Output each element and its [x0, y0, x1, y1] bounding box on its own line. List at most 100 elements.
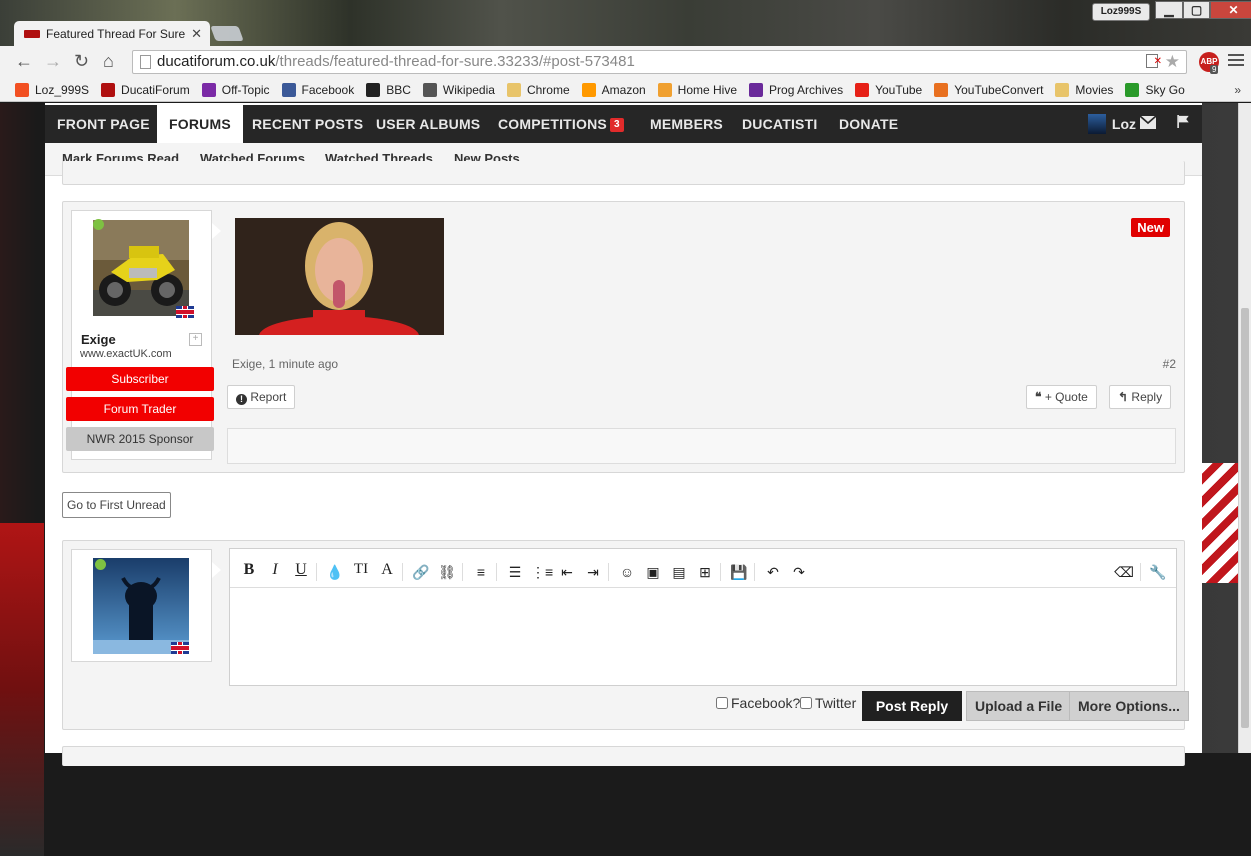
bookmark-item[interactable]: Off-Topic: [201, 82, 270, 97]
close-window-button[interactable]: ✕: [1210, 1, 1251, 19]
more-options-button[interactable]: More Options...: [1069, 691, 1189, 721]
post-reply-button[interactable]: Post Reply: [862, 691, 962, 721]
link-icon[interactable]: 🔗: [411, 564, 431, 581]
reply-editor[interactable]: B I U 💧 TI A 🔗 ⛓ ≡ ☰ ⋮≡ ⇤ ⇥ ☺ ▣ ▤ ⊞ 💾 ↶ …: [229, 548, 1177, 686]
twitter-share-option[interactable]: Twitter: [800, 695, 856, 711]
go-to-first-unread-button[interactable]: Go to First Unread: [62, 492, 171, 518]
bookmark-item[interactable]: BBC: [366, 82, 411, 97]
smilie-icon[interactable]: ☺: [617, 564, 637, 580]
twitter-checkbox[interactable]: [800, 697, 812, 709]
account-menu[interactable]: Loz: [1087, 105, 1136, 143]
post-number[interactable]: #2: [1163, 357, 1176, 371]
bookmark-item[interactable]: YouTube: [855, 82, 923, 97]
folder-icon: [506, 82, 521, 97]
font-family-icon[interactable]: A: [377, 561, 397, 579]
report-button[interactable]: ! Report: [227, 385, 296, 409]
address-bar[interactable]: ducatiforum.co.uk/threads/featured-threa…: [132, 50, 1187, 74]
off-topic-icon: [201, 82, 216, 97]
bookmark-label: Home Hive: [677, 82, 738, 97]
undo-icon[interactable]: ↶: [763, 564, 783, 581]
bookmark-label: YouTubeConvert: [954, 82, 1044, 97]
bookmark-item[interactable]: Movies: [1055, 82, 1114, 97]
forward-arrow-icon[interactable]: →: [44, 51, 62, 72]
browser-tab[interactable]: Featured Thread For Sure ✕: [14, 21, 210, 46]
unlink-icon[interactable]: ⛓: [437, 564, 457, 581]
tab-donate[interactable]: DONATE: [839, 105, 898, 143]
bookmark-item[interactable]: Prog Archives: [749, 82, 843, 97]
minimize-button[interactable]: ▁: [1155, 1, 1183, 19]
back-arrow-icon[interactable]: ←: [15, 51, 33, 72]
tab-ducatisti[interactable]: DUCATISTI: [742, 105, 817, 143]
bookmark-item[interactable]: Home Hive: [657, 82, 738, 97]
bookmark-item[interactable]: YouTubeConvert: [934, 82, 1044, 97]
chrome-menu-icon[interactable]: [1228, 54, 1244, 69]
toolbar-separator: [754, 563, 755, 581]
italic-icon[interactable]: I: [265, 561, 285, 579]
toolbar-separator: [1140, 563, 1141, 581]
text-color-icon[interactable]: 💧: [325, 564, 345, 581]
bookmark-star-icon[interactable]: ★: [1165, 51, 1180, 73]
page-scrollbar[interactable]: [1238, 103, 1251, 753]
bookmark-label: BBC: [386, 82, 411, 97]
quote-button[interactable]: ❝ + Quote: [1026, 385, 1097, 409]
tab-members[interactable]: MEMBERS: [650, 105, 723, 143]
scrollbar-thumb[interactable]: [1241, 308, 1249, 728]
save-draft-icon[interactable]: 💾: [729, 564, 749, 581]
insert-icon[interactable]: ⊞: [695, 564, 715, 581]
redo-icon[interactable]: ↷: [789, 564, 809, 581]
tab-front-page[interactable]: FRONT PAGE: [57, 105, 150, 143]
bookmark-item[interactable]: Wikipedia: [422, 82, 495, 97]
bookmark-item[interactable]: Amazon: [581, 82, 646, 97]
bullet-list-icon[interactable]: ☰: [505, 564, 525, 581]
bookmark-label: Movies: [1075, 82, 1114, 97]
wrench-icon[interactable]: 🔧: [1148, 564, 1168, 581]
bookmarks-overflow-button[interactable]: »: [1234, 83, 1241, 97]
reply-user-info: [71, 549, 221, 662]
indent-icon[interactable]: ⇥: [583, 564, 603, 581]
post-embedded-image[interactable]: [235, 218, 444, 335]
alerts-flag-icon[interactable]: [1175, 115, 1191, 128]
user-add-icon[interactable]: +: [189, 333, 202, 346]
user-avatar-motorbike[interactable]: [93, 220, 189, 316]
toolbar-separator: [462, 563, 463, 581]
tab-competitions[interactable]: COMPETITIONS 3: [498, 105, 624, 143]
reply-button[interactable]: ↰ Reply: [1109, 385, 1172, 409]
bookmark-item[interactable]: Facebook: [281, 82, 354, 97]
bookmark-item[interactable]: Sky Go: [1125, 82, 1185, 97]
align-icon[interactable]: ≡: [471, 564, 491, 580]
profile-button[interactable]: Loz999S: [1092, 3, 1150, 21]
bookmark-label: YouTube: [875, 82, 923, 97]
numbered-list-icon[interactable]: ⋮≡: [531, 564, 553, 581]
tab-forums[interactable]: FORUMS: [157, 105, 243, 143]
tab-recent-posts[interactable]: RECENT POSTS: [252, 105, 363, 143]
post-meta[interactable]: Exige, 1 minute ago: [232, 357, 338, 371]
underline-icon[interactable]: U: [291, 561, 311, 579]
envelope-icon[interactable]: [1140, 116, 1156, 129]
facebook-share-option[interactable]: Facebook?: [716, 695, 800, 711]
bookmark-item[interactable]: Loz_999S: [15, 82, 90, 97]
online-status-icon: [93, 219, 104, 230]
close-tab-icon[interactable]: ✕: [191, 26, 202, 42]
image-icon[interactable]: ▣: [643, 564, 663, 581]
bookmark-item[interactable]: Chrome: [506, 82, 570, 97]
font-size-icon[interactable]: TI: [351, 561, 371, 578]
facebook-checkbox[interactable]: [716, 697, 728, 709]
remove-formatting-icon[interactable]: ⌫: [1114, 564, 1134, 581]
bookmark-label: DucatiForum: [121, 82, 190, 97]
user-name[interactable]: Exige: [81, 332, 116, 347]
bold-icon[interactable]: B: [239, 561, 259, 579]
toolbar-separator: [720, 563, 721, 581]
uk-flag-icon: [176, 306, 194, 318]
media-icon[interactable]: ▤: [669, 564, 689, 581]
bookmark-label: Loz_999S: [35, 82, 90, 97]
upload-file-button[interactable]: Upload a File: [966, 691, 1072, 721]
new-tab-button[interactable]: [210, 26, 244, 41]
home-icon[interactable]: ⌂: [103, 51, 114, 72]
bookmark-item[interactable]: DucatiForum: [101, 82, 190, 97]
tab-user-albums[interactable]: USER ALBUMS: [376, 105, 480, 143]
blocked-popup-icon[interactable]: [1146, 51, 1162, 73]
maximize-button[interactable]: ▢: [1183, 1, 1210, 19]
user-title-forum-trader: Forum Trader: [66, 397, 214, 421]
outdent-icon[interactable]: ⇤: [557, 564, 577, 581]
reload-icon[interactable]: ↻: [74, 51, 89, 72]
